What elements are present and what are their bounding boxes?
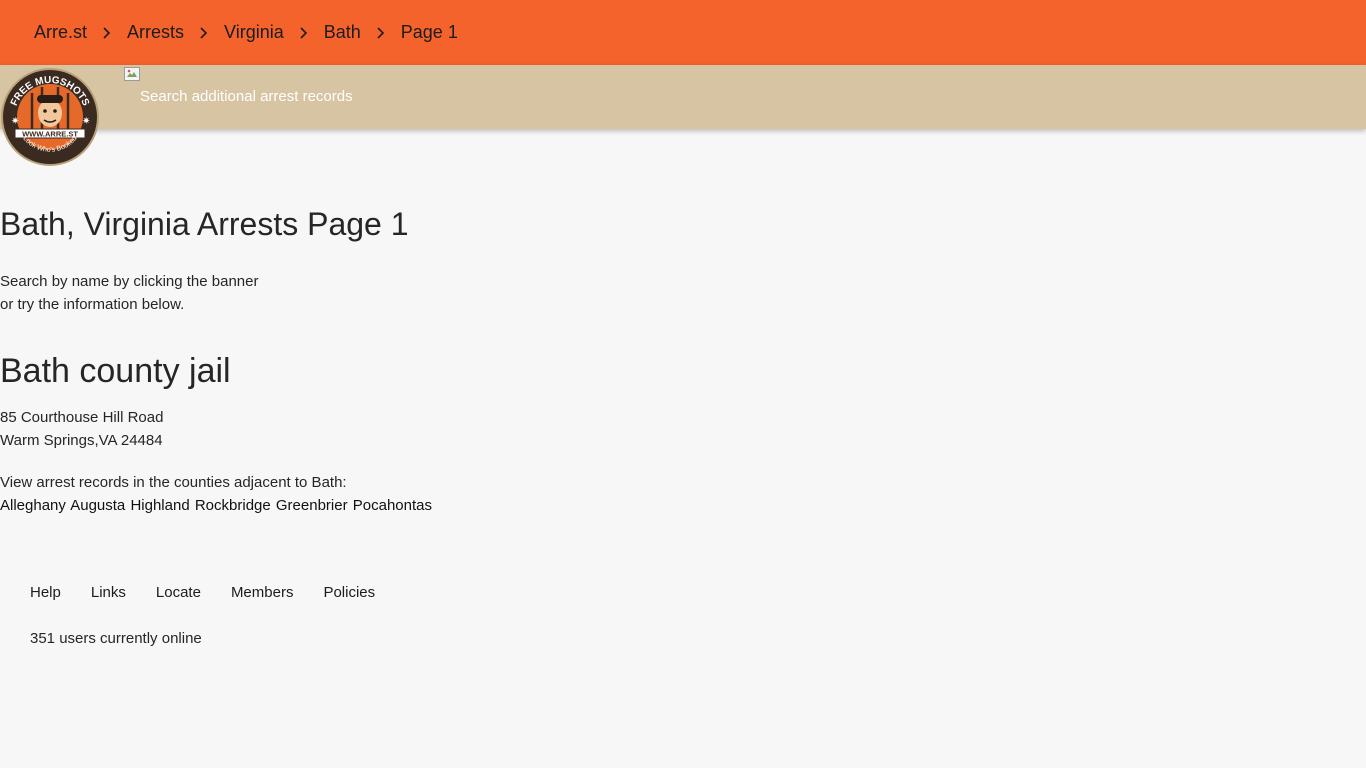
- search-additional-records-link[interactable]: Search additional arrest records: [140, 88, 353, 105]
- county-link-alleghany[interactable]: Alleghany: [0, 497, 66, 514]
- chevron-right-icon: [87, 23, 127, 43]
- footer-link-links[interactable]: Links: [91, 584, 126, 601]
- broken-image-icon: [124, 67, 140, 81]
- breadcrumb-current-page: Page 1: [400, 22, 458, 42]
- footer-link-locate[interactable]: Locate: [156, 584, 201, 601]
- jail-address: 85 Courthouse Hill Road Warm Springs,VA …: [0, 406, 163, 452]
- county-link-rockbridge[interactable]: Rockbridge: [195, 497, 271, 514]
- users-online-count: 351 users currently online: [30, 630, 202, 647]
- page-title: Bath, Virginia Arrests Page 1: [0, 206, 409, 242]
- footer-link-members[interactable]: Members: [231, 584, 294, 601]
- footer-link-policies[interactable]: Policies: [323, 584, 375, 601]
- chevron-right-icon: [361, 23, 401, 43]
- adjacent-county-links: Alleghany Augusta Highland Rockbridge Gr…: [0, 494, 433, 517]
- address-line: 85 Courthouse Hill Road: [0, 409, 164, 426]
- county-link-greenbrier[interactable]: Greenbrier: [276, 497, 348, 514]
- intro-line: or try the information below.: [0, 296, 185, 313]
- jail-title: Bath county jail: [0, 352, 231, 390]
- breadcrumb-home[interactable]: Arre.st: [34, 22, 87, 43]
- address-line: Warm Springs,VA 24484: [0, 432, 163, 449]
- intro-line: Search by name by clicking the banner: [0, 273, 259, 290]
- search-banner[interactable]: Search additional arrest records: [0, 65, 1366, 129]
- adjacent-label: View arrest records in the counties adja…: [0, 474, 347, 491]
- intro-text: Search by name by clicking the banner or…: [0, 270, 258, 316]
- breadcrumb-county[interactable]: Bath: [324, 22, 361, 43]
- adjacent-counties: View arrest records in the counties adja…: [0, 471, 433, 517]
- site-logo[interactable]: FREE MUGSHOTS WWW.ARRE.ST Look Who's Boo…: [0, 67, 100, 167]
- logo-url-text: WWW.ARRE.ST: [22, 130, 78, 139]
- breadcrumb-state[interactable]: Virginia: [224, 22, 284, 43]
- county-link-augusta[interactable]: Augusta: [70, 497, 125, 514]
- star-icon: ✷: [82, 116, 90, 127]
- breadcrumb-arrests[interactable]: Arrests: [127, 22, 184, 43]
- star-icon: ✷: [11, 116, 19, 127]
- chevron-right-icon: [284, 23, 324, 43]
- breadcrumb: Arre.st Arrests Virginia Bath Page 1: [0, 0, 1366, 65]
- county-link-pocahontas[interactable]: Pocahontas: [353, 497, 432, 514]
- chevron-right-icon: [184, 23, 224, 43]
- county-link-highland[interactable]: Highland: [130, 497, 189, 514]
- footer-link-help[interactable]: Help: [30, 584, 61, 601]
- footer-nav: Help Links Locate Members Policies: [30, 584, 405, 601]
